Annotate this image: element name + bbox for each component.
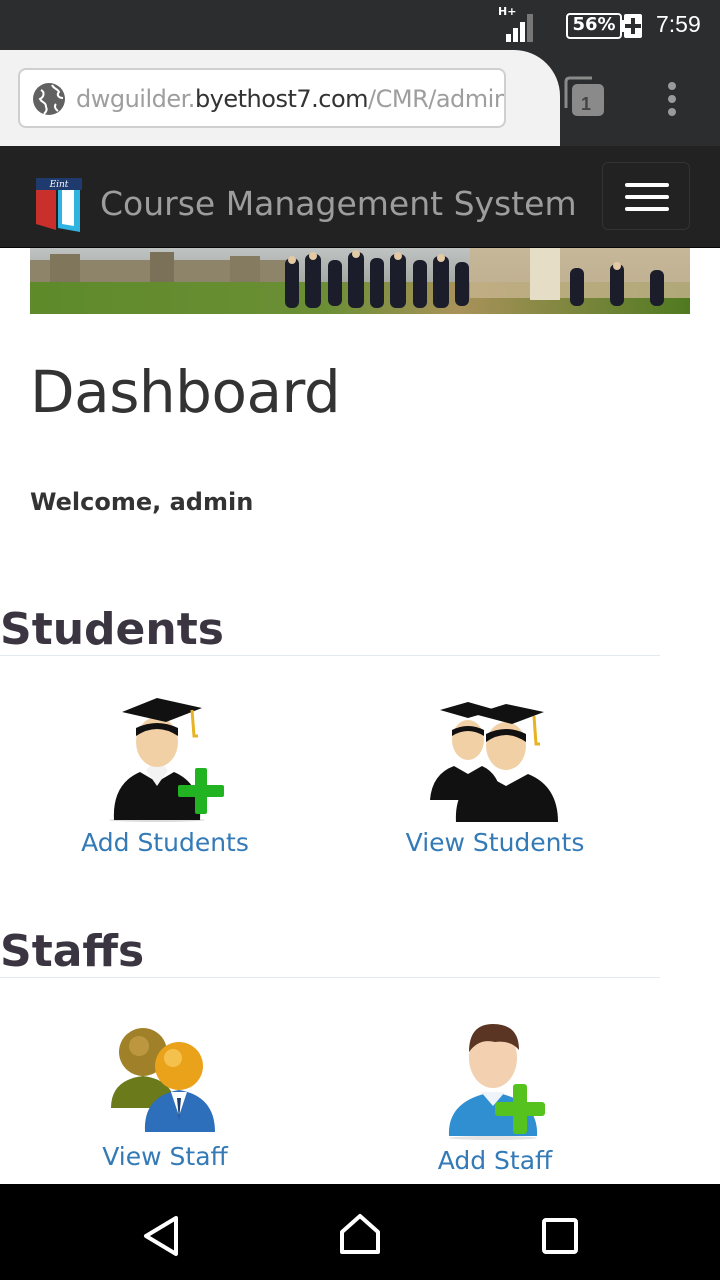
battery-percent: 56% (572, 14, 616, 35)
students-heading: Students (0, 604, 660, 656)
view-students-label[interactable]: View Students (365, 828, 625, 857)
browser-toolbar: dwguilder.byethost7.com/CMR/admin 1 (0, 50, 720, 146)
add-students-link[interactable]: Add Students (35, 692, 295, 857)
tab-count: 1 (580, 94, 591, 114)
menu-toggle-button[interactable] (602, 162, 690, 230)
staffs-heading: Staffs (0, 926, 660, 978)
address-bar[interactable]: dwguilder.byethost7.com/CMR/admin (18, 68, 506, 128)
brand-logo[interactable]: Eint (34, 176, 84, 234)
logo-text: Eint (49, 180, 69, 190)
system-navigation-bar (0, 1184, 720, 1280)
view-staff-icon (111, 1028, 215, 1132)
home-icon[interactable] (338, 1212, 382, 1256)
clock: 7:59 (656, 11, 701, 37)
globe-icon (33, 83, 65, 115)
url-path: /CMR/admin (368, 85, 506, 113)
view-students-icon (430, 702, 558, 822)
url-host: byethost7.com (194, 85, 369, 113)
add-students-label[interactable]: Add Students (35, 828, 295, 857)
view-staff-link[interactable]: View Staff (35, 1020, 295, 1171)
welcome-message: Welcome, admin (30, 488, 254, 516)
view-students-link[interactable]: View Students (365, 700, 625, 857)
url-text: dwguilder.byethost7.com/CMR/admin (76, 85, 506, 113)
site-navbar: Eint Course Management System (0, 146, 720, 248)
signal-icon (506, 14, 533, 42)
back-icon[interactable] (140, 1214, 180, 1258)
recents-icon[interactable] (542, 1218, 578, 1254)
add-staff-icon (448, 1024, 545, 1140)
overflow-menu-icon[interactable] (664, 82, 680, 116)
hamburger-icon (625, 183, 669, 211)
add-staff-link[interactable]: Add Staff (365, 1016, 625, 1175)
brand-title[interactable]: Course Management System (100, 184, 577, 223)
url-prefix: dwguilder. (76, 85, 195, 113)
add-student-icon (109, 698, 224, 822)
add-staff-label[interactable]: Add Staff (365, 1146, 625, 1175)
view-staff-label[interactable]: View Staff (35, 1142, 295, 1171)
page-title: Dashboard (30, 358, 341, 426)
status-bar: H+ 56% 7:59 (0, 0, 720, 50)
campus-banner-image (30, 248, 690, 314)
